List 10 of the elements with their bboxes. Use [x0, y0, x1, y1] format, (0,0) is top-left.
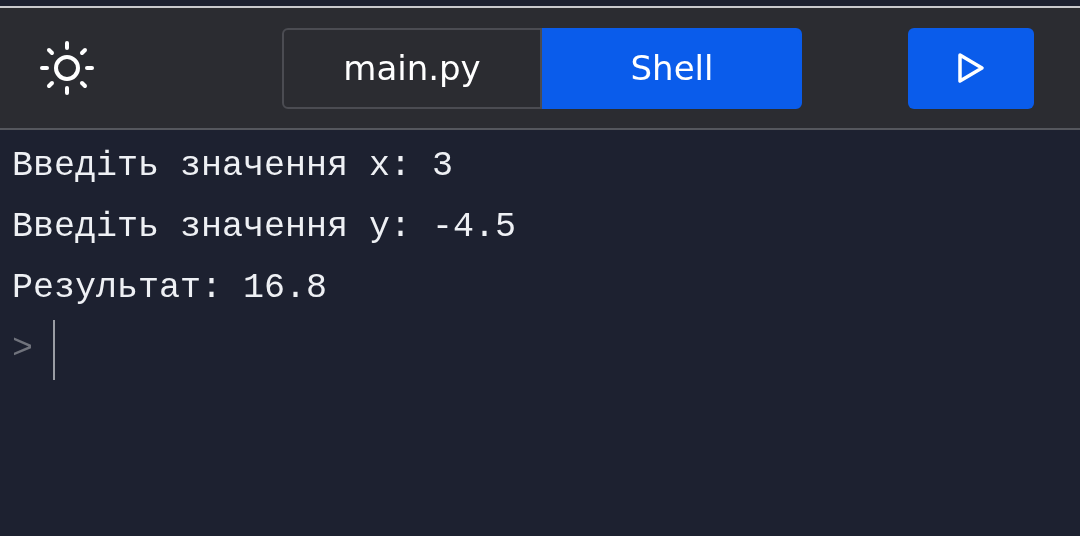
output-line: Результат: 16.8 [12, 267, 329, 310]
output-line: Введіть значення y: -4.5 [12, 206, 518, 249]
theme-toggle-icon[interactable] [38, 39, 96, 97]
play-icon [957, 52, 985, 84]
tab[interactable]: Shell [542, 27, 802, 109]
output-line: Введіть значення x: 3 [12, 145, 455, 188]
prompt-symbol: > [12, 328, 33, 371]
tab[interactable]: main.py [282, 27, 542, 109]
run-button[interactable] [908, 27, 1034, 109]
text-cursor [53, 319, 55, 380]
